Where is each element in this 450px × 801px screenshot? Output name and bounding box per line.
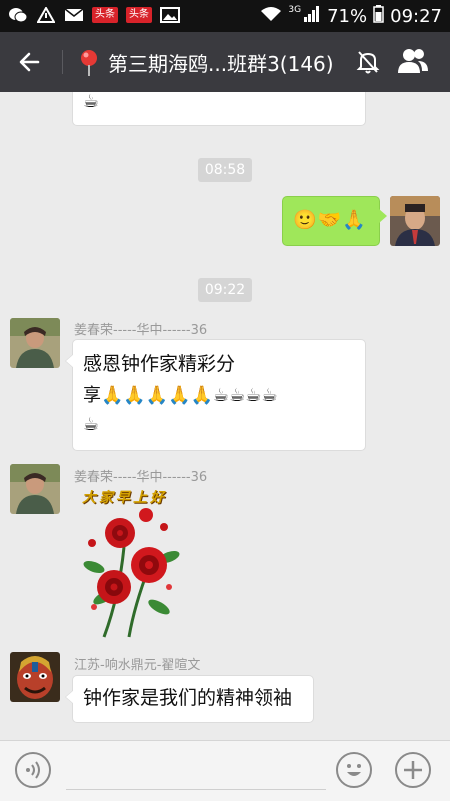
- warning-icon: [36, 6, 56, 24]
- smiley-icon: [347, 764, 361, 776]
- mail-icon: [64, 6, 84, 24]
- toutiao-badge-2: 头条: [126, 7, 152, 23]
- timestamp-0858: 08:58: [198, 158, 252, 182]
- sender-name: 姜春荣-----华中------36: [74, 470, 208, 485]
- image-icon: [160, 6, 180, 24]
- location-pin-icon: [78, 49, 100, 81]
- self-avatar[interactable]: [390, 196, 440, 246]
- message-line: 感恩钟作家精彩分: [83, 353, 236, 375]
- clock: 09:27: [390, 6, 442, 27]
- message-line: ☕: [83, 414, 100, 435]
- message-bubble[interactable]: 钟作家是我们的精神领袖: [65, 675, 314, 723]
- wifi-icon: [260, 6, 282, 27]
- status-bar: 头条 头条 3G 71% 09:27: [0, 0, 450, 32]
- message-bubble-partial[interactable]: ☕: [72, 92, 366, 126]
- chat-title: 第三期海鸥...班群3(146): [108, 52, 334, 76]
- timestamp-0922: 09:22: [198, 278, 252, 302]
- sender-avatar-jiang-1[interactable]: [10, 318, 60, 368]
- nav-divider: [62, 50, 63, 74]
- sticker-text: 大家早上好: [82, 490, 167, 506]
- back-button[interactable]: [16, 48, 44, 76]
- battery-percent: 71%: [327, 6, 368, 27]
- rose-icon: [83, 508, 180, 638]
- coffee-emoji: ☕: [83, 92, 100, 112]
- self-message-emojis: 🙂🤝🙏: [293, 209, 367, 231]
- more-options-button[interactable]: [395, 752, 431, 788]
- sender-name: 姜春荣-----华中------36: [74, 323, 208, 338]
- message-line: 享🙏🙏🙏🙏🙏☕☕☕☕: [83, 385, 278, 406]
- toutiao-badge-1: 头条: [92, 7, 118, 23]
- message-input[interactable]: [66, 753, 326, 790]
- message-text: 钟作家是我们的精神领袖: [83, 687, 293, 709]
- rose-sticker[interactable]: 大家早上好: [74, 485, 194, 645]
- sender-avatar-jiang-2[interactable]: [10, 464, 60, 514]
- signal-icon: [303, 6, 321, 27]
- input-bar: [0, 740, 450, 801]
- voice-icon: [26, 761, 40, 779]
- message-bubble[interactable]: 感恩钟作家精彩分 享🙏🙏🙏🙏🙏☕☕☕☕ ☕: [65, 339, 366, 451]
- wechat-icon: [8, 6, 28, 24]
- network-type: 3G: [288, 5, 302, 15]
- sender-avatar-zhai[interactable]: [10, 652, 60, 702]
- message-list[interactable]: ☕ 08:58 🙂🤝🙏 09:22 姜春荣-----华中------36 感恩钟…: [0, 92, 450, 740]
- voice-input-button[interactable]: [15, 752, 51, 788]
- battery-icon: [373, 5, 384, 28]
- chat-header: 第三期海鸥...班群3(146): [0, 32, 450, 92]
- mute-icon: [356, 49, 380, 79]
- group-members-button[interactable]: [396, 47, 430, 79]
- self-message-bubble[interactable]: 🙂🤝🙏: [282, 196, 387, 246]
- sender-name: 江苏-响水鼎元-翟暄文: [74, 658, 201, 673]
- emoji-button[interactable]: [336, 752, 372, 788]
- plus-icon: [404, 761, 422, 779]
